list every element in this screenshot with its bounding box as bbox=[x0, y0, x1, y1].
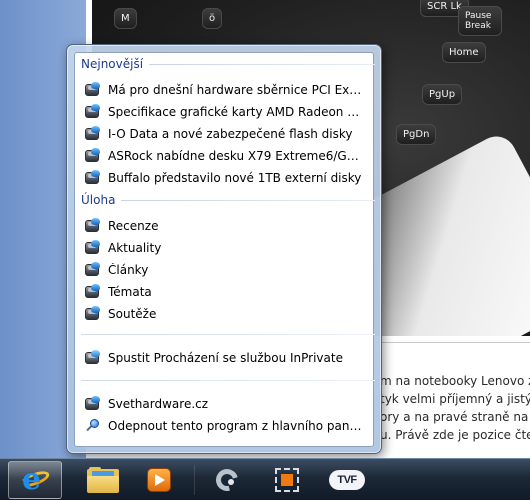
unpin-taskbar-item[interactable]: Odepnout tento program z hlavního panelu bbox=[81, 415, 375, 437]
ie-page-icon bbox=[84, 306, 100, 322]
recent-item[interactable]: Specifikace grafické karty AMD Radeon HD… bbox=[81, 101, 375, 123]
ie-page-icon bbox=[84, 104, 100, 120]
page-divider bbox=[376, 342, 530, 343]
recent-item[interactable]: I-O Data a nové zabezpečené flash disky bbox=[81, 123, 375, 145]
key-pause: Pause Break bbox=[458, 6, 502, 36]
recent-item[interactable]: ASRock nabídne desku X79 Extreme6/GB s o… bbox=[81, 145, 375, 167]
taskbar-snipping-tool-button[interactable] bbox=[260, 461, 314, 499]
spiral-app-icon bbox=[211, 464, 243, 496]
ie-page-icon bbox=[84, 396, 100, 412]
article-text-line: tyk velmi příjemný a jistý bbox=[380, 392, 530, 406]
article-text-line: ory a na pravé straně na ú bbox=[380, 410, 530, 424]
ie-page-icon bbox=[84, 126, 100, 142]
inprivate-icon bbox=[84, 350, 100, 366]
taskbar-explorer-button[interactable] bbox=[76, 461, 130, 499]
ie-page-icon bbox=[84, 284, 100, 300]
taskbar: e TVF bbox=[0, 458, 530, 500]
media-player-icon bbox=[145, 466, 173, 494]
ie-page-icon bbox=[84, 218, 100, 234]
recent-item[interactable]: Má pro dnešní hardware sběrnice PCI Expr… bbox=[81, 79, 375, 101]
jump-list-separator bbox=[81, 380, 375, 381]
taskbar-tvf-button[interactable]: TVF bbox=[320, 461, 374, 499]
key-home: Home bbox=[442, 42, 486, 63]
inprivate-browsing-item[interactable]: Spustit Procházení se službou InPrivate bbox=[81, 347, 375, 369]
article-text-line: u. Právě zde je pozice čteč bbox=[380, 428, 530, 442]
app-launch-item[interactable]: Svethardware.cz bbox=[81, 393, 375, 415]
key-pgdn: PgDn bbox=[396, 124, 437, 145]
task-item-souteze[interactable]: Soutěže bbox=[81, 303, 375, 325]
ie-page-icon bbox=[84, 262, 100, 278]
taskbar-spiral-app-button[interactable] bbox=[200, 461, 254, 499]
task-item-clanky[interactable]: Články bbox=[81, 259, 375, 281]
ie-page-icon bbox=[84, 148, 100, 164]
taskbar-media-player-button[interactable] bbox=[132, 461, 186, 499]
tasks-section-header: Úloha bbox=[81, 191, 375, 209]
recent-section-header: Nejnovější bbox=[81, 55, 375, 73]
taskbar-internet-explorer-button[interactable]: e bbox=[8, 461, 62, 499]
ie-page-icon bbox=[84, 82, 100, 98]
key-m: M bbox=[114, 8, 137, 29]
article-text-line: m na notebooky Lenovo z bbox=[380, 374, 530, 388]
jump-list-body: Nejnovější Má pro dnešní hardware sběrni… bbox=[74, 52, 375, 447]
task-item-temata[interactable]: Témata bbox=[81, 281, 375, 303]
recent-item[interactable]: Buffalo představilo nové 1TB externí dis… bbox=[81, 167, 375, 189]
ie-page-icon bbox=[84, 240, 100, 256]
snipping-tool-icon bbox=[272, 465, 302, 495]
task-item-recenze[interactable]: Recenze bbox=[81, 215, 375, 237]
key-o: ö bbox=[202, 8, 223, 29]
jump-list: Nejnovější Má pro dnešní hardware sběrni… bbox=[66, 44, 382, 454]
unpin-icon bbox=[84, 418, 100, 434]
internet-explorer-icon: e bbox=[18, 465, 52, 495]
jump-list-separator bbox=[81, 334, 375, 335]
ie-page-icon bbox=[84, 170, 100, 186]
key-pgup: PgUp bbox=[422, 84, 463, 105]
folder-icon bbox=[87, 467, 119, 493]
task-item-aktuality[interactable]: Aktuality bbox=[81, 237, 375, 259]
tvf-icon: TVF bbox=[329, 470, 365, 490]
